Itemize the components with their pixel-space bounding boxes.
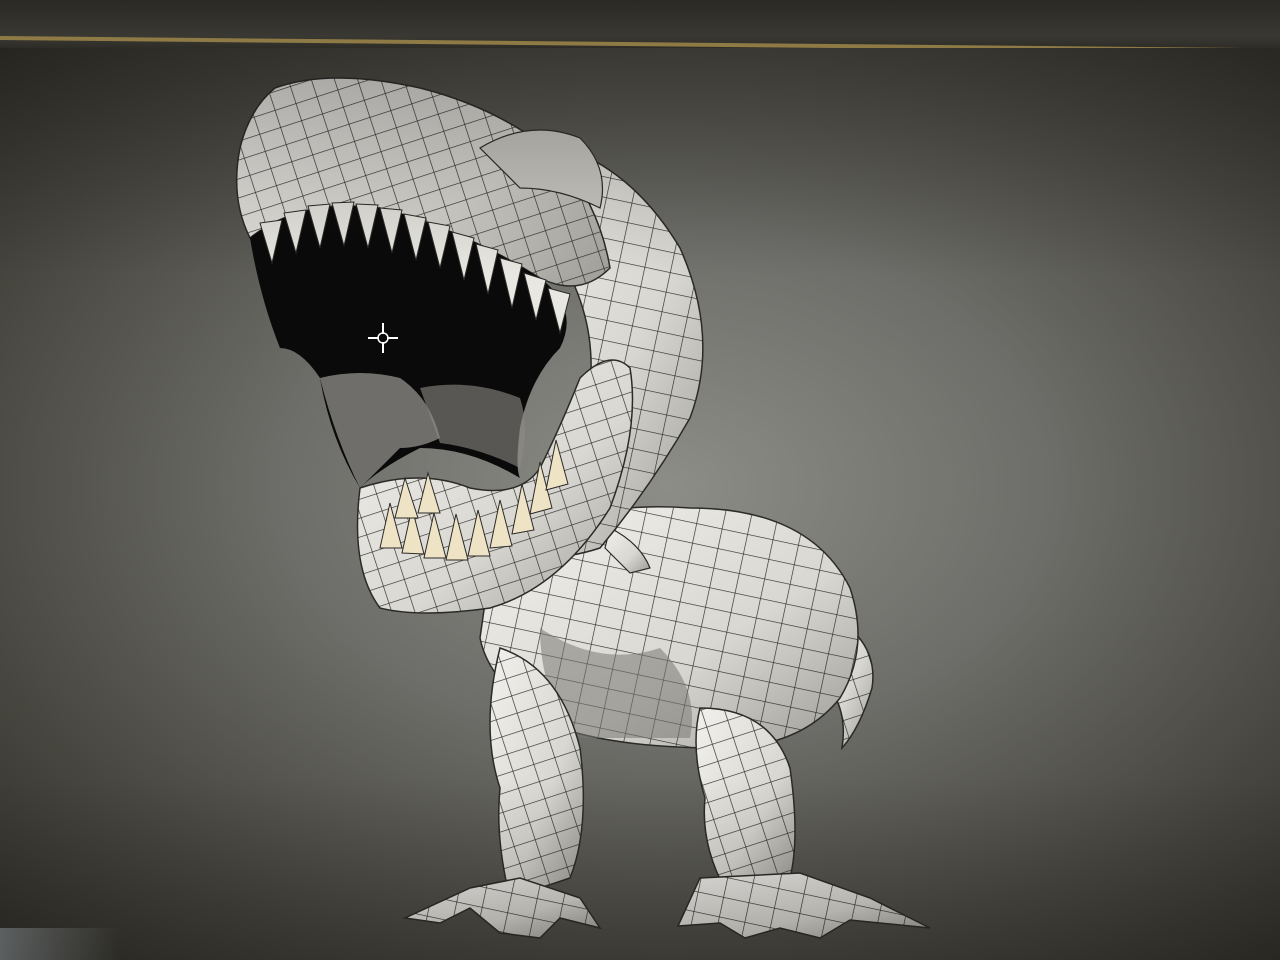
3d-viewport[interactable] (0, 48, 1280, 960)
right-leg (676, 707, 931, 939)
crosshair-cursor-icon (368, 323, 398, 353)
trex-model[interactable] (0, 48, 1280, 960)
screen-glare (0, 928, 120, 960)
screen (0, 0, 1280, 960)
